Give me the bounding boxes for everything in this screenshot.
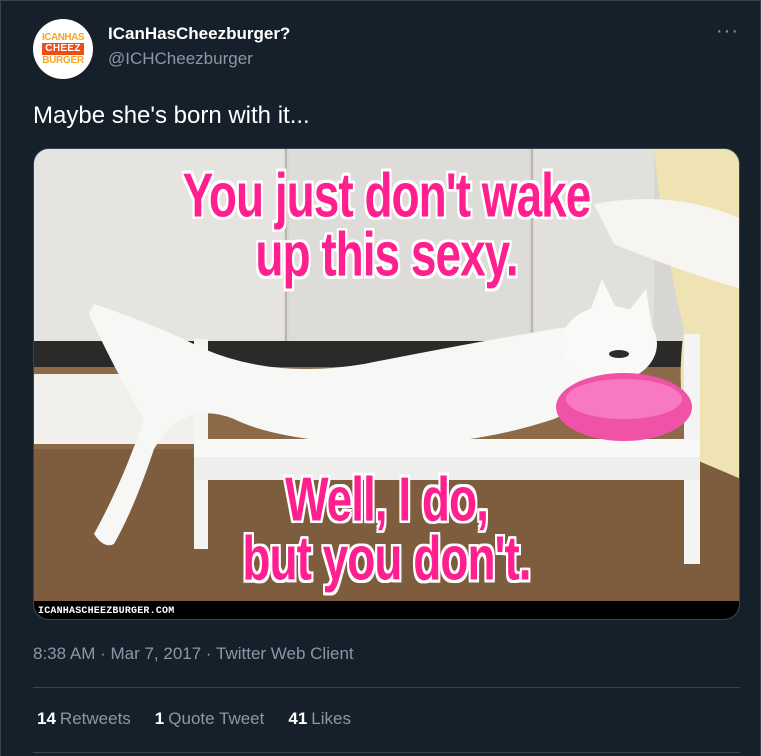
- likes-count: 41: [288, 709, 308, 728]
- left-border: [0, 0, 1, 756]
- retweets-count: 14: [37, 709, 56, 728]
- meme-caption-top-line-1: You just don't wake: [182, 159, 592, 230]
- engagement-stats: 14 Retweets 1 Quote Tweet 41 Likes: [37, 709, 351, 729]
- divider: [33, 752, 740, 753]
- avatar-text-line-3: BURGER: [42, 54, 84, 66]
- divider: [33, 687, 740, 688]
- meme-caption-bottom: Well, I do, but you don't.: [34, 463, 739, 594]
- avatar[interactable]: ICANHAS CHEEZ BURGER: [33, 19, 93, 79]
- top-border: [0, 0, 761, 1]
- quote-tweets-label: Quote Tweet: [168, 709, 265, 728]
- quote-tweets-count: 1: [154, 709, 165, 728]
- meme-caption-top: You just don't wake up this sexy.: [34, 159, 739, 290]
- likes-label: Likes: [311, 709, 351, 728]
- meme-caption-bottom-line-2: but you don't.: [242, 523, 531, 594]
- retweets-label: Retweets: [59, 709, 131, 728]
- quote-tweets-stat[interactable]: 1 Quote Tweet: [155, 709, 265, 729]
- likes-stat[interactable]: 41 Likes: [288, 709, 351, 729]
- watermark-text: ICANHASCHEEZBURGER.COM: [38, 606, 175, 617]
- tweet-timestamp[interactable]: 8:38 AM · Mar 7, 2017 · Twitter Web Clie…: [33, 644, 354, 664]
- meme-caption-bottom-line-1: Well, I do,: [285, 463, 489, 534]
- avatar-text-line-2: CHEEZ: [42, 42, 84, 55]
- retweets-stat[interactable]: 14 Retweets: [37, 709, 131, 729]
- more-dots-icon[interactable]: ···: [716, 20, 739, 43]
- author-display-name[interactable]: ICanHasCheezburger?: [108, 24, 290, 44]
- tweet-media-image[interactable]: You just don't wake up this sexy. Well, …: [33, 148, 740, 620]
- meme-caption-top-line-2: up this sexy.: [255, 219, 518, 290]
- avatar-text-line-1: ICANHAS: [41, 31, 85, 43]
- tweet-text: Maybe she's born with it...: [33, 102, 310, 129]
- author-handle[interactable]: @ICHCheezburger: [108, 49, 253, 69]
